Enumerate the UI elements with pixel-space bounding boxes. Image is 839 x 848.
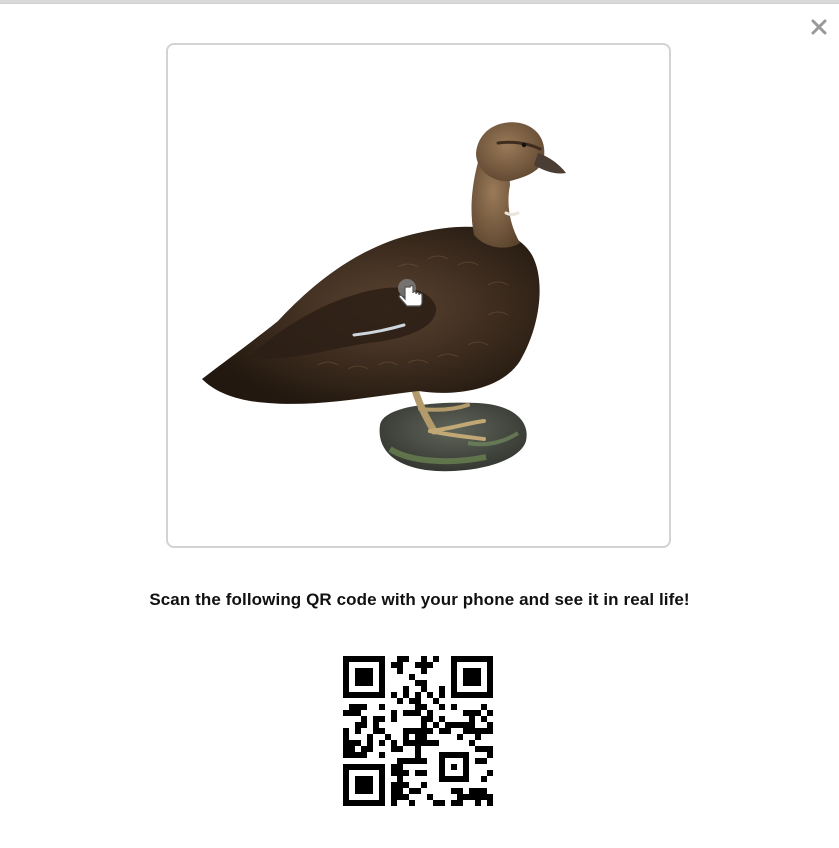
qr-preview-modal: Scan the following QR code with your pho… bbox=[0, 3, 839, 848]
qr-instruction-text: Scan the following QR code with your pho… bbox=[149, 590, 690, 609]
3d-model-viewer[interactable] bbox=[166, 43, 671, 548]
hand-pointer-icon bbox=[398, 279, 423, 307]
qr-code bbox=[343, 656, 493, 806]
close-button[interactable] bbox=[810, 18, 828, 36]
close-icon bbox=[811, 19, 827, 35]
